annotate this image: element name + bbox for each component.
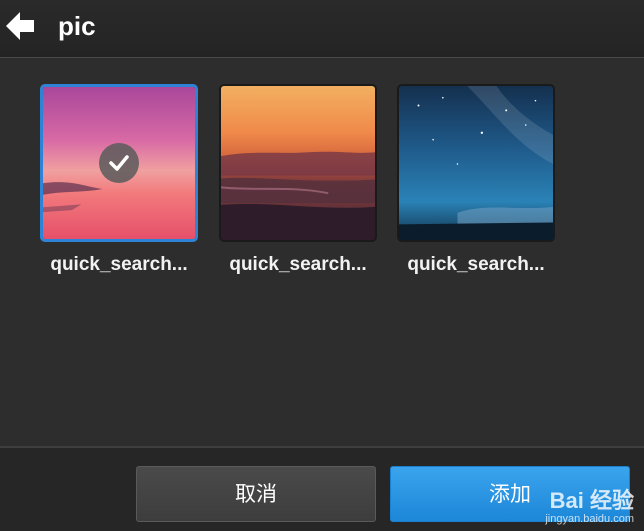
image-caption: quick_search... [50,254,188,275]
watermark-url: jingyan.baidu.com [545,513,634,525]
arrow-left-icon [6,12,34,40]
image-thumbnail[interactable] [397,84,555,242]
image-item-1[interactable]: quick_search... [40,84,198,276]
back-button[interactable] [0,0,46,52]
watermark: Bai 经验 jingyan.baidu.com [545,488,634,526]
gallery-picker-screen: pic quick_search... quick_search... quic… [0,0,644,531]
action-bar: 取消 添加 Bai 经验 jingyan.baidu.com [0,446,644,531]
image-thumbnail[interactable] [219,84,377,242]
image-grid: quick_search... quick_search... quick_se… [0,59,644,445]
top-bar: pic [0,0,644,58]
image-caption: quick_search... [407,254,545,275]
image-caption: quick_search... [229,254,367,275]
image-item-3[interactable]: quick_search... [397,84,555,276]
page-title: pic [58,11,96,41]
watermark-logo: Bai 经验 [549,488,634,513]
image-item-2[interactable]: quick_search... [219,84,377,276]
selected-check-icon [99,143,139,183]
sunset-mountains-image [221,86,375,240]
cancel-button[interactable]: 取消 [136,466,376,522]
starry-sky-image [399,86,553,240]
image-thumbnail[interactable] [40,84,198,242]
